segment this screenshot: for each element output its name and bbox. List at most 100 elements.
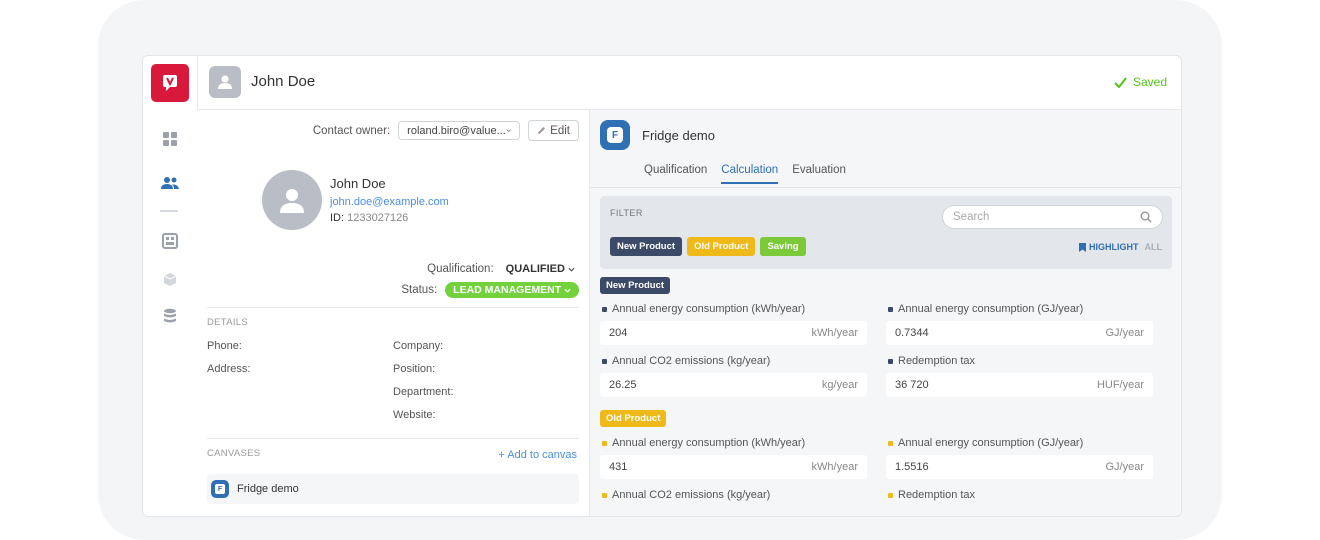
canvas-item-label: Fridge demo — [237, 483, 299, 495]
metric-value: 26.25 — [609, 379, 637, 391]
canvas-tabs: Qualification Calculation Evaluation — [644, 164, 846, 184]
box-icon[interactable] — [160, 269, 180, 289]
series-dot — [888, 492, 893, 498]
status-label: Status: — [401, 284, 438, 296]
chip-saving[interactable]: Saving — [760, 237, 806, 256]
metric-label: Annual energy consumption (kWh/year) — [602, 303, 805, 315]
canvas-f-icon: F — [211, 480, 229, 498]
canvas-pane: F Fridge demo Qualification Calculation … — [589, 110, 1181, 516]
section-tag-new-product: New Product — [600, 277, 671, 294]
dashboard-icon[interactable] — [160, 129, 180, 149]
metric-unit: HUF/year — [1096, 379, 1144, 391]
metric-label: Annual CO2 emissions (kg/year) — [602, 355, 770, 367]
metric-unit: GJ/year — [1105, 461, 1144, 473]
user-icon — [280, 189, 304, 213]
series-dot — [888, 440, 893, 446]
highlight-label: HIGHLIGHT — [1089, 242, 1139, 252]
contacts-icon[interactable] — [160, 173, 180, 193]
all-button[interactable]: ALL — [1145, 242, 1163, 252]
series-dot — [602, 492, 607, 498]
chevron-down-icon — [568, 267, 575, 272]
chip-old-product[interactable]: Old Product — [687, 237, 756, 256]
search-icon — [1140, 211, 1152, 223]
chevron-down-icon — [564, 288, 571, 293]
metric-unit: kWh/year — [811, 327, 858, 339]
bookmark-icon — [1079, 242, 1086, 252]
contact-id-value: 1233027126 — [347, 212, 409, 224]
top-bar: John Doe Saved — [197, 56, 1181, 110]
tab-evaluation[interactable]: Evaluation — [792, 164, 846, 184]
metric-unit: kg/year — [821, 379, 858, 391]
series-dot — [602, 358, 607, 364]
canvas-list-item[interactable]: F Fridge demo — [207, 474, 579, 504]
contact-email-link[interactable]: john.doe@example.com — [330, 196, 449, 208]
metric-field[interactable]: 26.25 kg/year — [600, 373, 867, 397]
rail-divider — [160, 210, 178, 212]
metric-value: 431 — [609, 461, 628, 473]
contact-avatar — [262, 170, 322, 230]
add-to-canvas-link[interactable]: + Add to canvas — [498, 449, 577, 461]
metric-field[interactable]: 0.7344 GJ/year — [886, 321, 1153, 345]
chevron-down-icon — [506, 129, 511, 133]
metric-field[interactable]: 204 kWh/year — [600, 321, 867, 345]
app-logo[interactable] — [151, 64, 189, 102]
metric-field[interactable]: 36 720 HUF/year — [886, 373, 1153, 397]
qualification-value: QUALIFIED — [505, 263, 565, 275]
qualification-label: Qualification: — [427, 263, 494, 275]
series-dot — [602, 440, 607, 446]
address-label: Address: — [207, 363, 251, 375]
metric-label: Annual energy consumption (kWh/year) — [602, 437, 805, 449]
highlight-toggle: HIGHLIGHT ALL — [1079, 242, 1162, 252]
qualification-select[interactable]: QUALIFIED — [506, 263, 575, 275]
contact-id: ID: 1233027126 — [330, 212, 408, 224]
series-dot — [888, 358, 893, 364]
metric-label: Annual CO2 emissions (kg/year) — [602, 489, 770, 501]
avatar — [209, 66, 241, 98]
department-label: Department: — [393, 386, 454, 398]
tab-calculation[interactable]: Calculation — [721, 164, 779, 184]
canvases-heading: CANVASES — [207, 448, 261, 459]
metric-value: 36 720 — [895, 379, 929, 391]
phone-label: Phone: — [207, 340, 242, 352]
filter-label: FILTER — [610, 208, 643, 218]
canvas-icon[interactable] — [160, 231, 180, 251]
metric-field[interactable]: 1.5516 GJ/year — [886, 455, 1153, 479]
details-heading: DETAILS — [207, 317, 248, 328]
contact-owner-row: Contact owner: roland.biro@value... Edit — [313, 120, 579, 141]
search-placeholder: Search — [953, 211, 990, 223]
edit-label: Edit — [550, 124, 570, 137]
chip-new-product[interactable]: New Product — [610, 237, 683, 256]
metric-field[interactable]: 431 kWh/year — [600, 455, 867, 479]
company-label: Company: — [393, 340, 444, 352]
metric-value: 1.5516 — [895, 461, 929, 473]
saved-status: Saved — [1114, 75, 1167, 89]
metric-label: Redemption tax — [888, 489, 975, 501]
contact-owner-value: roland.biro@value... — [407, 124, 506, 137]
saved-label: Saved — [1132, 75, 1167, 89]
section-divider — [207, 307, 579, 308]
series-dot — [888, 306, 893, 312]
page-title: John Doe — [251, 73, 316, 90]
contact-id-label: ID: — [330, 212, 345, 224]
highlight-button[interactable]: HIGHLIGHT — [1079, 242, 1139, 252]
search-input[interactable]: Search — [942, 205, 1163, 229]
metric-value: 204 — [609, 327, 628, 339]
section-tag-old-product: Old Product — [600, 410, 667, 427]
database-icon[interactable] — [160, 306, 180, 326]
metric-unit: GJ/year — [1105, 327, 1144, 339]
qualification-row: Qualification: QUALIFIED — [427, 263, 575, 275]
tab-qualification[interactable]: Qualification — [644, 164, 707, 184]
position-label: Position: — [393, 363, 436, 375]
filter-chips: New Product Old Product Saving — [610, 237, 806, 256]
metric-label: Redemption tax — [888, 355, 975, 367]
metric-label: Annual energy consumption (GJ/year) — [888, 437, 1083, 449]
status-badge[interactable]: LEAD MANAGEMENT — [445, 282, 579, 298]
contact-owner-select[interactable]: roland.biro@value... — [398, 121, 521, 140]
edit-button[interactable]: Edit — [528, 120, 579, 141]
canvas-title: Fridge demo — [642, 128, 715, 143]
status-row: Status: LEAD MANAGEMENT — [401, 282, 579, 298]
check-icon — [1114, 76, 1127, 88]
metric-value: 0.7344 — [895, 327, 929, 339]
tabs-divider — [590, 187, 1181, 188]
metric-label: Annual energy consumption (GJ/year) — [888, 303, 1083, 315]
